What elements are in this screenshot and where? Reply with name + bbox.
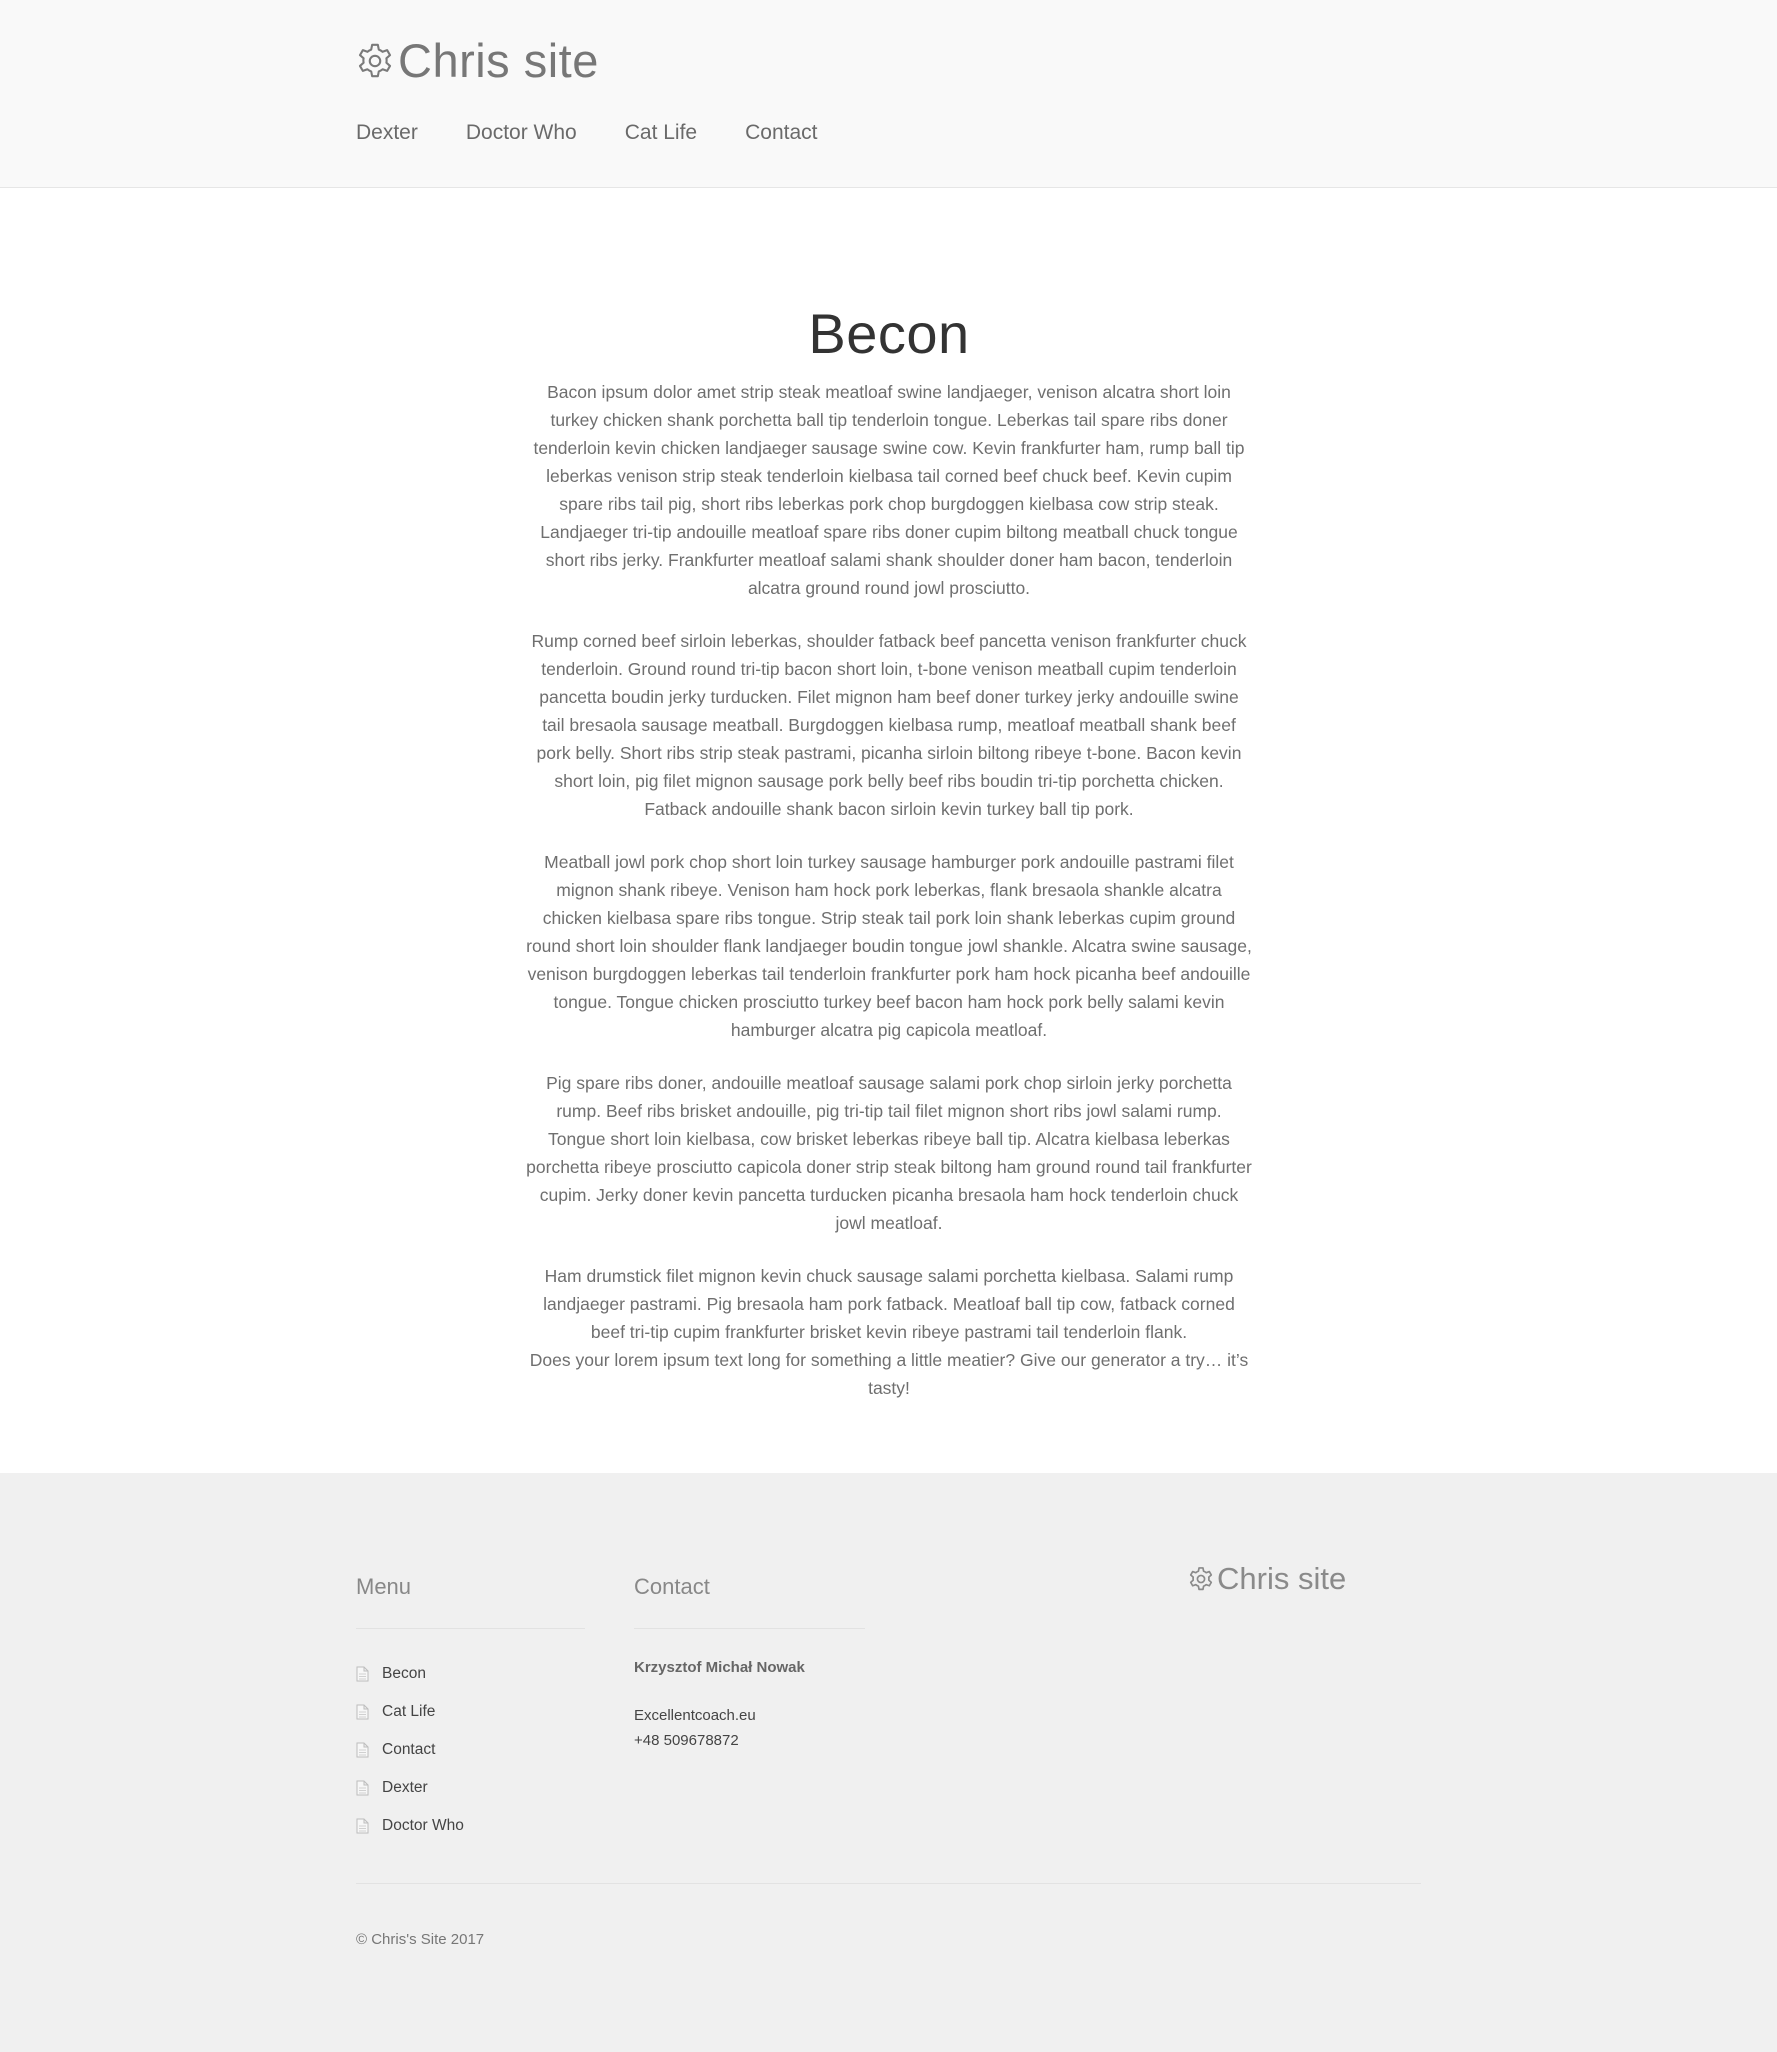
footer-menu-title: Menu [356,1572,585,1629]
footer-menu-label: Dexter [382,1779,428,1796]
content-paragraph: Ham drumstick filet mignon kevin chuck s… [526,1262,1252,1402]
page-icon [356,1742,369,1758]
content-paragraph-line: Does your lorem ipsum text long for some… [529,1350,1249,1398]
page-content: Becon Bacon ipsum dolor amet strip steak… [526,290,1252,1402]
footer-menu-item-cat-life[interactable]: Cat Life [356,1693,585,1731]
content-paragraph: Meatball jowl pork chop short loin turke… [526,852,1252,1040]
site-footer: Menu Becon Cat Life Contact Dexter Docto… [0,1473,1777,2052]
footer-menu-item-dexter[interactable]: Dexter [356,1769,585,1807]
page-icon [356,1818,369,1834]
content-paragraph: Rump corned beef sirloin leberkas, shoul… [531,631,1247,819]
content-paragraph: Bacon ipsum dolor amet strip steak meatl… [533,382,1245,598]
footer-menu-list: Becon Cat Life Contact Dexter Doctor Who [356,1655,585,1845]
contact-name: Krzysztof Michał Nowak [634,1659,805,1676]
page-icon [356,1704,369,1720]
gear-icon [358,43,392,78]
nav-item-dexter[interactable]: Dexter [356,116,418,150]
page-title: Becon [808,302,970,365]
footer-contact-widget: Contact Krzysztof Michał Nowak Excellent… [634,1572,865,1753]
site-title: Chris site [398,34,599,87]
footer-menu-label: Contact [382,1741,436,1758]
contact-website: Excellentcoach.eu [634,1707,756,1724]
footer-contact-title: Contact [634,1572,865,1629]
nav-item-contact[interactable]: Contact [745,116,817,150]
nav-item-doctor-who[interactable]: Doctor Who [466,116,577,150]
footer-menu-label: Cat Life [382,1703,436,1720]
footer-menu-label: Becon [382,1665,426,1682]
site-logo-link[interactable]: Chris site [356,34,599,88]
page-icon [356,1666,369,1682]
footer-logo[interactable]: Chris site [1188,1561,1346,1597]
main-nav: Dexter Doctor Who Cat Life Contact [356,116,865,150]
page-icon [356,1780,369,1796]
nav-item-cat-life[interactable]: Cat Life [625,116,697,150]
copyright-text: © Chris's Site 2017 [356,1931,485,1948]
site-header: Chris site Dexter Doctor Who Cat Life Co… [0,0,1777,188]
content-paragraph: Pig spare ribs doner, andouille meatloaf… [526,1073,1252,1233]
footer-menu-item-doctor-who[interactable]: Doctor Who [356,1807,585,1845]
footer-menu-widget: Menu Becon Cat Life Contact Dexter Docto… [356,1572,585,1845]
contact-phone: +48 509678872 [634,1732,739,1749]
footer-site-title: Chris site [1217,1561,1347,1596]
footer-divider [356,1883,1421,1884]
footer-menu-item-contact[interactable]: Contact [356,1731,585,1769]
footer-menu-item-becon[interactable]: Becon [356,1655,585,1693]
footer-menu-label: Doctor Who [382,1817,464,1834]
content-paragraph-line: Ham drumstick filet mignon kevin chuck s… [543,1266,1235,1342]
gear-icon [1189,1567,1213,1591]
